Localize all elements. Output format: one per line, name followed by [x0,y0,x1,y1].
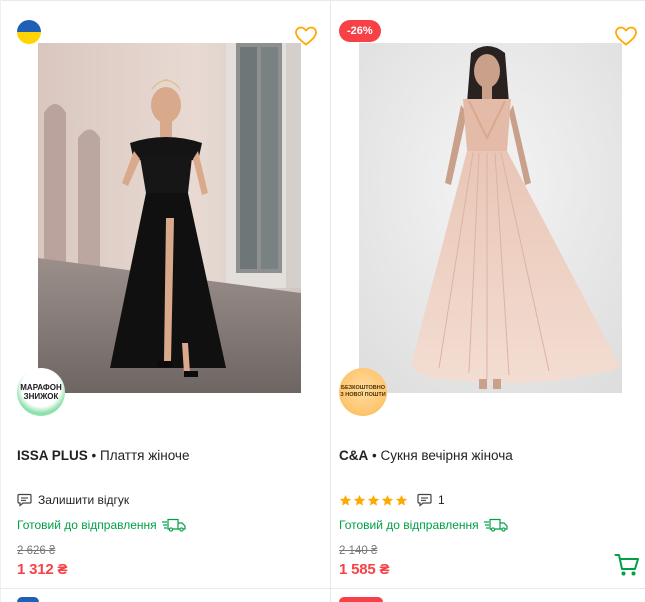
star-rating [339,494,408,507]
leave-review-link[interactable]: Залишити відгук [17,492,129,508]
rating-row[interactable]: 1 [339,492,445,508]
discount-badge: -26% [339,20,381,42]
star-icon [353,494,366,506]
star-icon [339,494,352,506]
fast-delivery-truck-icon [483,518,508,532]
comment-icon [417,493,432,507]
product-brand: C&A [339,448,369,463]
star-icon [381,494,394,506]
promo-marathon-badge: МАРАФОН ЗНИЖОК [17,368,65,416]
old-price: 2 626 ₴ [17,545,56,557]
grid-divider-left [0,0,1,602]
product-title[interactable]: ISSA PLUS • Плаття жіноче [17,447,189,464]
availability-status: Готовий до відправлення [339,518,508,532]
product-name: Сукня вечірня жіноча [380,448,513,463]
product-image[interactable] [359,43,622,393]
current-price: 1 585 ₴ [339,561,390,578]
availability-status: Готовий до відправлення [17,518,186,532]
product-card-c-and-a[interactable]: -26% БЕЗКОШТОВНО З НОВОЇ ПОШТИ C&A • Сук… [330,0,645,588]
product-card-issa-plus[interactable]: МАРАФОН ЗНИЖОК ISSA PLUS • Плаття жіноче … [8,0,330,588]
review-count: 1 [438,493,445,507]
cart-icon[interactable] [614,552,640,578]
next-card-discount-peek [339,597,383,602]
product-title[interactable]: C&A • Сукня вечірня жіноча [339,447,513,464]
fast-delivery-truck-icon [161,518,186,532]
leave-review-label: Залишити відгук [38,493,130,507]
product-image[interactable] [38,43,301,393]
product-name: Плаття жіноче [100,448,190,463]
star-icon [367,494,380,506]
promo-free-delivery-badge: БЕЗКОШТОВНО З НОВОЇ ПОШТИ [339,368,387,416]
grid-divider-bottom [0,588,645,589]
product-brand: ISSA PLUS [17,448,88,463]
comment-icon [17,493,32,507]
old-price: 2 140 ₴ [339,545,378,557]
availability-label: Готовий до відправлення [339,518,479,532]
availability-label: Готовий до відправлення [17,518,157,532]
next-card-flag-peek [17,597,39,602]
star-icon [395,494,408,506]
current-price: 1 312 ₴ [17,561,68,578]
ukraine-flag-icon [17,20,41,44]
